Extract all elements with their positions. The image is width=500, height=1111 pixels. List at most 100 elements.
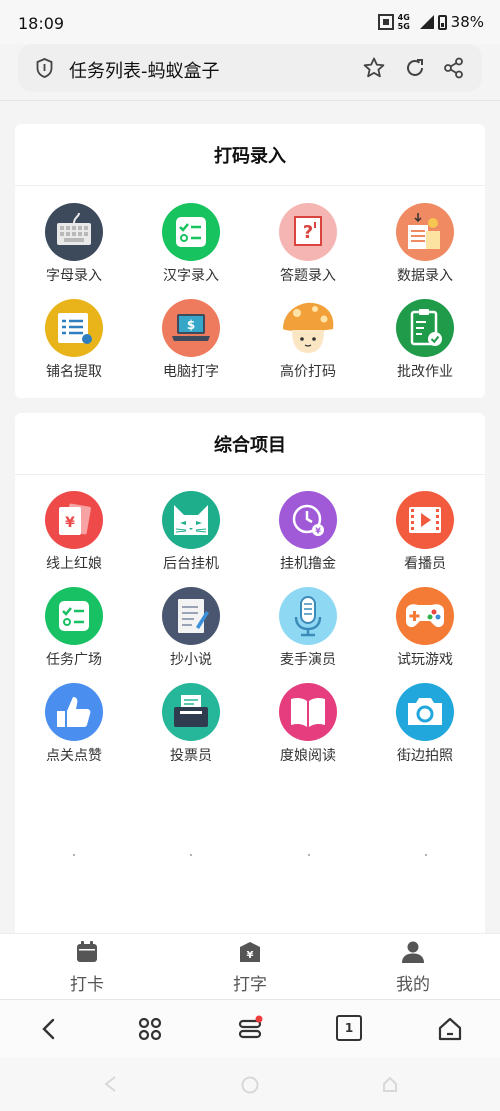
reload-icon[interactable] (403, 56, 427, 80)
svg-text:$: $ (187, 318, 195, 332)
tile-label: 字母录入 (46, 268, 102, 284)
laptop-dollar-icon: $ (162, 299, 220, 357)
video-play-icon (396, 491, 454, 549)
home-icon[interactable] (436, 1015, 464, 1043)
book-icon (279, 683, 337, 741)
tile-quiz-entry[interactable]: ? 答题录入 (256, 203, 360, 299)
user-icon (402, 941, 424, 963)
tile-hangup-earn[interactable]: ¥ 挂机撸金 (256, 491, 360, 587)
tab-label: 打卡 (70, 975, 104, 995)
section-typing-entry: 打码录入 字母录入 汉字录入 ? 答题录入 数据录入 铺名提取 $ 电脑打字 高… (15, 124, 485, 398)
svg-text:?: ? (303, 222, 313, 243)
svg-text:¥: ¥ (65, 515, 75, 531)
ballot-box-icon (162, 683, 220, 741)
star-icon[interactable] (362, 56, 386, 80)
browser-toolbar: 1 (0, 999, 500, 1057)
tile-street-photo[interactable]: 街边拍照 (373, 683, 477, 779)
bottom-tab-bar: 打卡 ¥ 打字 我的 (0, 933, 500, 999)
tile-label: 批改作业 (397, 364, 453, 380)
tile-label: 投票员 (170, 748, 212, 764)
data-docs-icon (396, 203, 454, 261)
status-time: 18:09 (18, 14, 65, 33)
question-board-icon: ? (279, 203, 337, 261)
tile-label: 高价打码 (280, 364, 336, 380)
tile-label: 看播员 (404, 556, 446, 572)
camera-icon (396, 683, 454, 741)
tile-copy-novel[interactable]: 抄小说 (139, 587, 243, 683)
tile-label: 度娘阅读 (280, 748, 336, 764)
tile-label: 汉字录入 (163, 268, 219, 284)
tile-trial-games[interactable]: 试玩游戏 (373, 587, 477, 683)
tile-label: 线上红娘 (46, 556, 102, 572)
document-icon (45, 299, 103, 357)
tab-typing[interactable]: ¥ 打字 (190, 934, 310, 1000)
mushroom-icon (279, 299, 337, 357)
share-icon[interactable] (442, 56, 466, 80)
svg-text:¥: ¥ (247, 950, 254, 961)
tile-grade-homework[interactable]: 批改作业 (373, 299, 477, 395)
nav-home-icon[interactable] (240, 1075, 260, 1095)
signal-icon (419, 15, 434, 29)
tile-letter-entry[interactable]: 字母录入 (22, 203, 126, 299)
clock-icon: ¥ (279, 491, 337, 549)
status-icons: 4G 5G 38% (377, 13, 484, 31)
placeholder-dot (190, 854, 192, 856)
tile-data-entry[interactable]: 数据录入 (373, 203, 477, 299)
tile-label: 后台挂机 (163, 556, 219, 572)
nav-back-icon[interactable] (102, 1075, 118, 1093)
red-envelope-icon: ¥ (45, 491, 103, 549)
tab-checkin[interactable]: 打卡 (27, 934, 147, 1000)
page-title: 任务列表-蚂蚁盒子 (69, 61, 220, 82)
tile-label: 点关点赞 (46, 748, 102, 764)
tile-background-hangup[interactable]: 后台挂机 (139, 491, 243, 587)
tile-chinese-entry[interactable]: 汉字录入 (139, 203, 243, 299)
network-type: 4G 5G (397, 13, 410, 31)
tile-online-matchmaker[interactable]: ¥ 线上红娘 (22, 491, 126, 587)
system-nav (0, 1057, 500, 1111)
section-title: 综合项目 (15, 413, 485, 475)
tile-shop-name-extraction[interactable]: 铺名提取 (22, 299, 126, 395)
tile-baidu-reading[interactable]: 度娘阅读 (256, 683, 360, 779)
clipboard-check-icon (396, 299, 454, 357)
section-comprehensive: 综合项目 ¥ 线上红娘 后台挂机 ¥ 挂机撸金 看播员 任务广场 抄小说 麦手演… (15, 413, 485, 933)
calendar-icon (77, 941, 97, 962)
nav-recents-icon[interactable] (381, 1075, 399, 1093)
battery-icon (437, 14, 447, 30)
typing-box-icon: ¥ (240, 942, 260, 962)
tab-me[interactable]: 我的 (353, 934, 473, 1000)
section-title: 打码录入 (15, 124, 485, 186)
tile-premium-captcha[interactable]: 高价打码 (256, 299, 360, 395)
tab-label: 我的 (396, 975, 430, 995)
tile-label: 电脑打字 (163, 364, 219, 380)
battery-level: 38% (450, 13, 484, 31)
tile-label: 麦手演员 (280, 652, 336, 668)
tile-like-follow[interactable]: 点关点赞 (22, 683, 126, 779)
keyboard-icon (45, 203, 103, 261)
placeholder-dot (308, 854, 310, 856)
back-icon[interactable] (36, 1015, 64, 1043)
microphone-icon (279, 587, 337, 645)
tile-stream-viewer[interactable]: 看播员 (373, 491, 477, 587)
apps-icon[interactable] (136, 1015, 164, 1043)
placeholder-dot (73, 854, 75, 856)
tabs-count-button[interactable]: 1 (336, 1015, 362, 1041)
tile-label: 挂机撸金 (280, 556, 336, 572)
tile-label: 试玩游戏 (397, 652, 453, 668)
task-list-icon (45, 587, 103, 645)
tile-label: 抄小说 (170, 652, 212, 668)
address-bar[interactable]: 任务列表-蚂蚁盒子 (18, 44, 482, 92)
tab-label: 打字 (233, 975, 267, 995)
notebook-icon (162, 587, 220, 645)
header-divider (0, 100, 500, 101)
tile-computer-typing[interactable]: $ 电脑打字 (139, 299, 243, 395)
menu-icon[interactable] (236, 1015, 264, 1043)
checklist-icon (162, 203, 220, 261)
tile-label: 答题录入 (280, 268, 336, 284)
tile-voter[interactable]: 投票员 (139, 683, 243, 779)
tile-task-square[interactable]: 任务广场 (22, 587, 126, 683)
cat-icon (162, 491, 220, 549)
tile-voice-actor[interactable]: 麦手演员 (256, 587, 360, 683)
tile-label: 数据录入 (397, 268, 453, 284)
svg-text:¥: ¥ (315, 527, 321, 536)
tile-label: 任务广场 (46, 652, 102, 668)
